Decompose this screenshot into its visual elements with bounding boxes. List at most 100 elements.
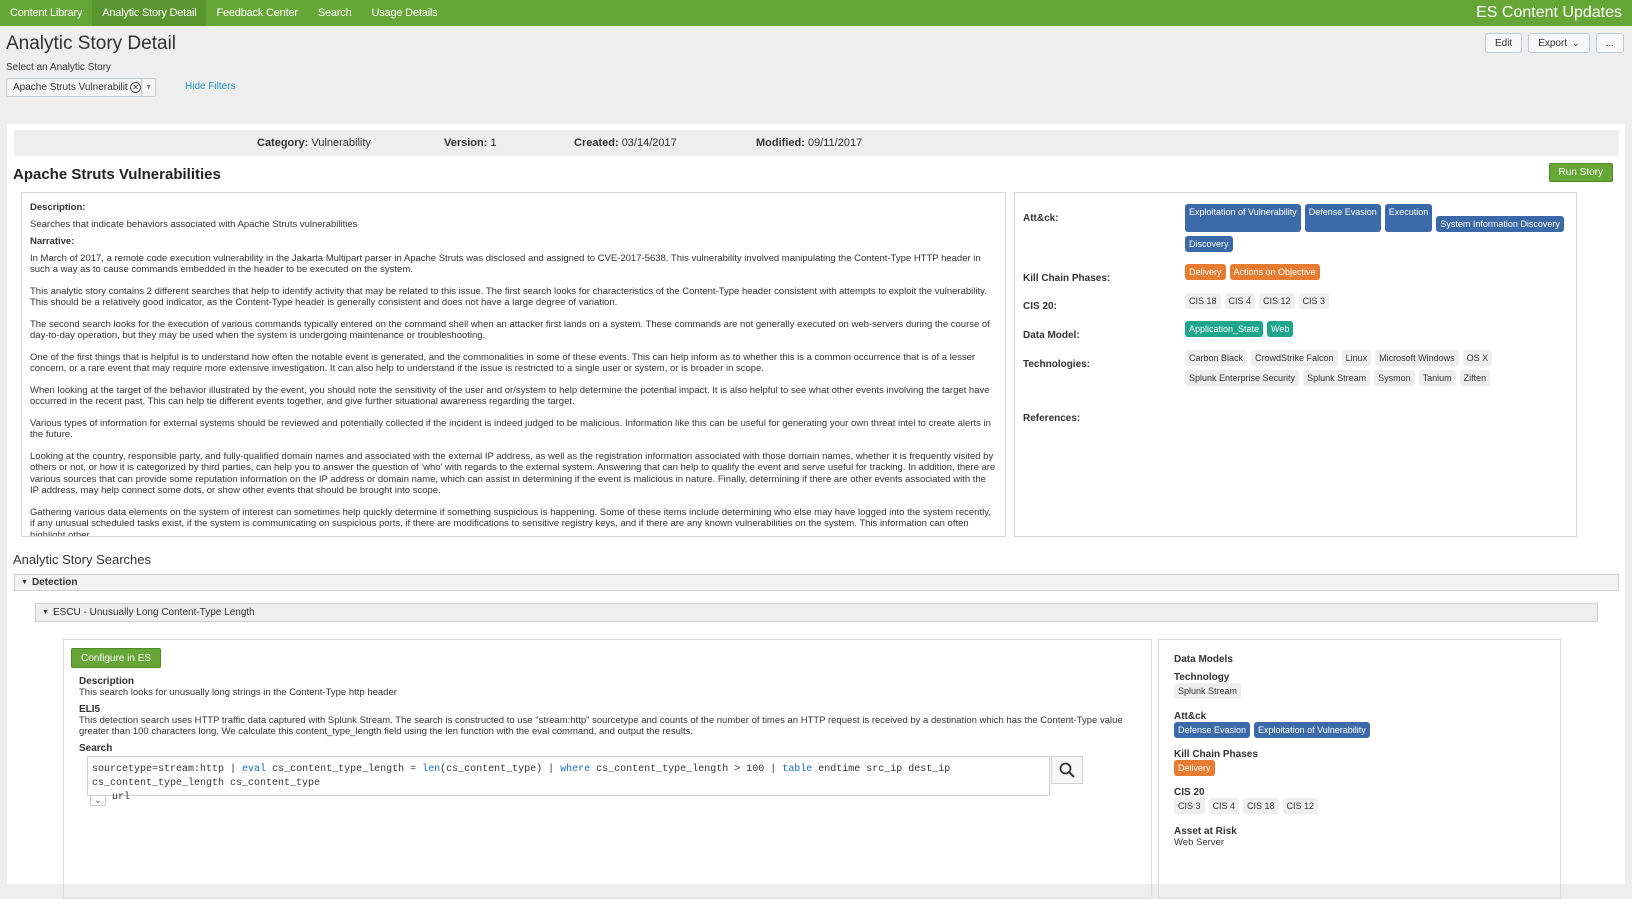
narrative-paragraph: This analytic story contains 2 different… xyxy=(30,285,987,309)
narrative-paragraph: Gathering various data elements on the s… xyxy=(30,506,991,537)
meta-category-value: Vulnerability xyxy=(311,137,371,149)
technology-tag[interactable]: OS X xyxy=(1462,350,1493,366)
export-button[interactable]: Export ⌄ xyxy=(1528,33,1590,53)
meta-created-value: 03/14/2017 xyxy=(621,137,677,149)
narrative-label: Narrative: xyxy=(30,236,75,247)
query-token: cs_content_type_length > 100 xyxy=(590,764,765,775)
kill-chain-label: Kill Chain Phases xyxy=(1174,749,1258,760)
attack-tag[interactable]: System Information Discovery xyxy=(1436,216,1564,232)
technology-label: Technology xyxy=(1174,672,1230,683)
search-description-label: Description xyxy=(79,676,135,687)
nav-search[interactable]: Search xyxy=(308,0,362,26)
kill-chain-tag[interactable]: Actions on Objective xyxy=(1229,264,1320,280)
query-keyword: len xyxy=(422,764,441,775)
more-button[interactable]: ... xyxy=(1595,33,1624,53)
attack-tag[interactable]: Exploitation of Vulnerability xyxy=(1254,722,1370,738)
caret-down-icon[interactable]: ▼ xyxy=(141,79,155,96)
cis-tag[interactable]: CIS 4 xyxy=(1224,293,1256,309)
escu-search-header[interactable]: ▼ ESCU - Unusually Long Content-Type Leng… xyxy=(35,603,1598,622)
technology-tag[interactable]: Linux xyxy=(1341,350,1372,366)
eli5-label: ELI5 xyxy=(79,704,101,715)
nav-content-library[interactable]: Content Library xyxy=(0,0,92,26)
hide-filters-link[interactable]: Hide Filters xyxy=(185,81,236,92)
cis-tag[interactable]: CIS 18 xyxy=(1185,293,1221,309)
query-keyword: table xyxy=(782,764,813,775)
search-description-text: This search looks for unusually long str… xyxy=(79,687,397,698)
cis-tag[interactable]: CIS 4 xyxy=(1208,798,1240,814)
query-token: sourcetype=stream:http xyxy=(92,764,225,775)
cis-tags: CIS 3 CIS 4 CIS 18 CIS 12 xyxy=(1174,798,1319,814)
meta-modified-label: Modified: xyxy=(756,137,805,149)
technology-tags: Splunk Stream xyxy=(1174,683,1242,699)
data-model-tag[interactable]: Web xyxy=(1267,321,1294,337)
attack-tag[interactable]: Execution xyxy=(1384,204,1433,232)
data-model-label: Data Model: xyxy=(1023,330,1080,341)
technology-tag[interactable]: Tanium xyxy=(1418,370,1456,386)
kill-chain-tag[interactable]: Delivery xyxy=(1174,760,1215,776)
technology-tag[interactable]: Sysmon xyxy=(1374,370,1415,386)
technology-tag[interactable]: Ziften xyxy=(1459,370,1491,386)
asset-at-risk-value: Web Server xyxy=(1174,837,1224,848)
narrative-paragraph: One of the first things that is helpful … xyxy=(30,351,976,375)
attack-tag[interactable]: Discovery xyxy=(1185,236,1233,252)
escu-search-title: ESCU - Unusually Long Content-Type Lengt… xyxy=(52,607,255,618)
asset-at-risk-label: Asset at Risk xyxy=(1174,826,1237,837)
caret-down-icon: ▼ xyxy=(42,609,49,616)
cis-tag[interactable]: CIS 18 xyxy=(1243,798,1279,814)
query-pipe: | xyxy=(224,764,243,775)
attack-tag[interactable]: Defense Evasion xyxy=(1174,722,1251,738)
kill-chain-tag[interactable]: Delivery xyxy=(1185,264,1226,280)
technology-tag[interactable]: Splunk Enterprise Security xyxy=(1185,370,1300,386)
nav-usage-details[interactable]: Usage Details xyxy=(362,0,448,26)
cis-tag[interactable]: CIS 3 xyxy=(1174,798,1205,814)
technology-tag[interactable]: Splunk Stream xyxy=(1303,370,1371,386)
search-icon xyxy=(1059,762,1075,778)
cis-tag[interactable]: CIS 12 xyxy=(1259,293,1295,309)
query-pipe: | xyxy=(764,764,783,775)
kill-chain-tags: Delivery Actions on Objective xyxy=(1185,264,1565,280)
attack-tag[interactable]: Defense Evasion xyxy=(1304,204,1381,232)
more-button-label: ... xyxy=(1605,37,1614,49)
searches-title: Analytic Story Searches xyxy=(13,552,152,567)
narrative: In March of 2017, a remote code executio… xyxy=(30,253,997,537)
meta-category: Category: Vulnerability xyxy=(257,137,371,149)
nav-analytic-story-detail[interactable]: Analytic Story Detail xyxy=(92,0,207,26)
meta-created: Created: 03/14/2017 xyxy=(574,137,677,149)
story-panel: Category: Vulnerability Version: 1 Creat… xyxy=(7,124,1625,899)
narrative-paragraph: When looking at the target of the behavi… xyxy=(30,384,990,408)
cis-label: CIS 20 xyxy=(1174,787,1205,798)
query-keyword: where xyxy=(560,764,591,775)
meta-version-value: 1 xyxy=(490,137,497,149)
technology-tag[interactable]: Microsoft Windows xyxy=(1375,350,1459,366)
search-button[interactable] xyxy=(1051,756,1083,784)
search-query-input[interactable]: sourcetype=stream:http | eval cs_content… xyxy=(87,756,1050,803)
clear-icon[interactable]: ✕ xyxy=(130,82,142,93)
cis-tag[interactable]: CIS 12 xyxy=(1282,798,1319,814)
meta-modified-value: 09/11/2017 xyxy=(807,137,863,149)
technology-tag[interactable]: CrowdStrike Falcon xyxy=(1251,350,1338,366)
run-story-button[interactable]: Run Story xyxy=(1548,163,1613,182)
tags-box: Att&ck: Exploitation of Vulnerability De… xyxy=(1014,192,1577,537)
meta-created-label: Created: xyxy=(574,137,619,149)
attack-tags: Defense Evasion Exploitation of Vulnerab… xyxy=(1174,722,1370,738)
search-detail-panel: Configure in ES Description This search … xyxy=(63,639,1152,899)
kill-chain-label: Kill Chain Phases: xyxy=(1023,273,1111,284)
configure-in-es-button[interactable]: Configure in ES xyxy=(71,648,162,668)
narrative-paragraph: Various types of information for externa… xyxy=(30,417,991,441)
caret-down-icon: ▼ xyxy=(21,579,28,586)
story-name: Apache Struts Vulnerabilities xyxy=(13,166,221,183)
cis-tag[interactable]: CIS 3 xyxy=(1298,293,1330,309)
edit-button[interactable]: Edit xyxy=(1484,33,1523,53)
cis-tags: CIS 18 CIS 4 CIS 12 CIS 3 xyxy=(1185,293,1565,309)
technology-tag[interactable]: Carbon Black xyxy=(1185,350,1248,366)
attack-label: Att&ck xyxy=(1174,711,1207,722)
story-select[interactable]: Apache Struts Vulnerabilit... ✕ ▼ xyxy=(6,78,156,97)
expand-chevron-icon[interactable]: ⌄ xyxy=(90,796,106,806)
attack-tag[interactable]: Exploitation of Vulnerability xyxy=(1185,204,1301,232)
description-label: Description: xyxy=(30,202,86,213)
search-metadata-panel: Data Models Technology Splunk Stream Att… xyxy=(1158,639,1561,899)
data-model-tag[interactable]: Application_State xyxy=(1185,321,1264,337)
technology-tag[interactable]: Splunk Stream xyxy=(1174,683,1242,699)
detection-header[interactable]: ▼ Detection xyxy=(14,574,1619,591)
nav-feedback-center[interactable]: Feedback Center xyxy=(206,0,307,26)
